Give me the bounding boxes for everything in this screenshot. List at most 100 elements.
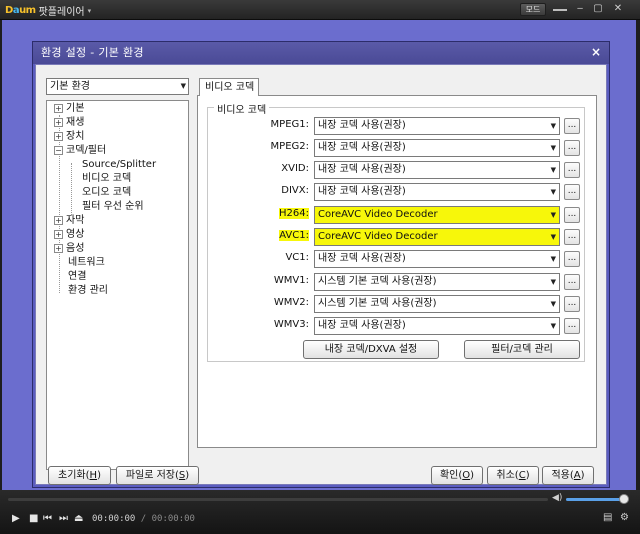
chevron-down-icon: ▼ — [550, 144, 556, 152]
codec-options-button[interactable]: ... — [564, 229, 580, 245]
codec-options-button[interactable]: ... — [564, 207, 580, 223]
codec-options-button[interactable]: ... — [564, 118, 580, 134]
chevron-down-icon: ▼ — [550, 233, 556, 241]
codec-label: AVC1: — [279, 230, 309, 241]
next-icon[interactable]: ⏭ — [59, 512, 68, 526]
chevron-down-icon: ▼ — [550, 322, 556, 330]
dxva-settings-button[interactable]: 내장 코덱/DXVA 설정 — [303, 340, 439, 359]
time-display: 00:00:00 / 00:00:00 — [92, 514, 195, 524]
app-menu[interactable]: Daum 팟플레이어 ▾ — [5, 3, 91, 18]
volume-icon[interactable]: ◀) — [552, 493, 562, 503]
codec-label: MPEG2: — [270, 141, 309, 152]
volume-knob[interactable] — [619, 494, 629, 504]
expand-icon[interactable]: + — [54, 103, 63, 113]
codec-label: WMV1: — [273, 275, 309, 286]
expand-icon[interactable]: + — [54, 243, 63, 253]
ok-button[interactable]: 확인(O) — [431, 466, 483, 485]
reset-button[interactable]: 초기화(H) — [48, 466, 111, 485]
codec-options-button[interactable]: ... — [564, 184, 580, 200]
minimize-icon[interactable]: ‒ — [572, 2, 588, 16]
codec-row-divx: DIVX: 내장 코덱 사용(권장) ▼ ... — [208, 183, 586, 201]
expand-icon[interactable]: + — [54, 229, 63, 239]
codec-row-avc1: AVC1: CoreAVC Video Decoder ▼ ... — [208, 228, 586, 246]
previous-icon[interactable]: ⏮ — [43, 512, 52, 526]
codec-select-divx[interactable]: 내장 코덱 사용(권장) ▼ — [314, 183, 560, 201]
codec-row-xvid: XVID: 내장 코덱 사용(권장) ▼ ... — [208, 161, 586, 179]
tree-item-audio-codec[interactable]: 오디오 코덱 — [82, 186, 131, 200]
codec-options-button[interactable]: ... — [564, 318, 580, 334]
save-to-file-button[interactable]: 파일로 저장(S) — [116, 466, 199, 485]
tree-item-filter-priority[interactable]: 필터 우선 순위 — [82, 200, 144, 214]
mode-button[interactable]: 모드 — [520, 3, 546, 16]
codec-label: XVID: — [281, 163, 309, 174]
codec-options-button[interactable]: ... — [564, 162, 580, 178]
codec-select-wmv3[interactable]: 내장 코덱 사용(권장) ▼ — [314, 317, 560, 335]
total-time: 00:00:00 — [151, 514, 195, 524]
tree-item-source-splitter[interactable]: Source/Splitter — [82, 158, 156, 172]
settings-icon[interactable]: ⚙ — [620, 512, 629, 523]
eject-icon[interactable]: ⏏ — [74, 512, 83, 526]
codec-options-button[interactable]: ... — [564, 140, 580, 156]
stop-icon[interactable]: ■ — [29, 512, 38, 526]
preset-select-value: 기본 환경 — [50, 81, 90, 92]
player-titlebar: Daum 팟플레이어 ▾ 모드 ‒ ▢ ✕ — [0, 0, 640, 20]
codec-select-h264[interactable]: CoreAVC Video Decoder ▼ — [314, 206, 560, 224]
tab-video-codec[interactable]: 비디오 코덱 — [199, 78, 259, 96]
expand-icon[interactable]: + — [54, 131, 63, 141]
tree-item-config-manage[interactable]: 환경 관리 — [68, 284, 108, 298]
daum-logo: Daum — [5, 5, 36, 16]
seek-bar[interactable] — [8, 498, 548, 501]
codec-select-wmv1[interactable]: 시스템 기본 코덱 사용(권장) ▼ — [314, 273, 560, 291]
cancel-button[interactable]: 취소(C) — [487, 466, 539, 485]
tree-item-playback[interactable]: + 재생 — [54, 116, 84, 130]
codec-select-mpeg1[interactable]: 내장 코덱 사용(권장) ▼ — [314, 117, 560, 135]
tree-item-association[interactable]: 연결 — [68, 270, 86, 284]
minibar-icon[interactable] — [553, 9, 567, 11]
codec-label: DIVX: — [281, 185, 309, 196]
codec-select-mpeg2[interactable]: 내장 코덱 사용(권장) ▼ — [314, 139, 560, 157]
time-separator: / — [140, 514, 147, 524]
codec-row-mpeg1: MPEG1: 내장 코덱 사용(권장) ▼ ... — [208, 117, 586, 135]
filter-codec-manage-button[interactable]: 필터/코덱 관리 — [464, 340, 580, 359]
maximize-icon[interactable]: ▢ — [590, 2, 606, 16]
expand-icon[interactable]: + — [54, 117, 63, 127]
codec-row-wmv3: WMV3: 내장 코덱 사용(권장) ▼ ... — [208, 317, 586, 335]
tree-item-audio[interactable]: + 음성 — [54, 242, 84, 256]
chevron-down-icon: ▼ — [550, 300, 556, 308]
settings-tree[interactable]: + 기본 + 재생 + 장치 − 코덱/필터 Source/Splitter 비디오 코… — [46, 100, 189, 470]
codec-row-mpeg2: MPEG2: 내장 코덱 사용(권장) ▼ ... — [208, 139, 586, 157]
preset-select[interactable]: 기본 환경 ▼ — [46, 78, 189, 95]
tree-item-codec-filter[interactable]: − 코덱/필터 — [54, 144, 106, 158]
codec-select-avc1[interactable]: CoreAVC Video Decoder ▼ — [314, 228, 560, 246]
tree-item-device[interactable]: + 장치 — [54, 130, 84, 144]
current-time: 00:00:00 — [92, 514, 136, 524]
apply-button[interactable]: 적용(A) — [542, 466, 594, 485]
codec-select-xvid[interactable]: 내장 코덱 사용(권장) ▼ — [314, 161, 560, 179]
codec-label: WMV3: — [273, 319, 309, 330]
tree-item-basic[interactable]: + 기본 — [54, 102, 84, 116]
codec-options-button[interactable]: ... — [564, 251, 580, 267]
app-name: 팟플레이어 — [38, 7, 85, 18]
player-controls: ◀) ▶ ■ ⏮ ⏭ ⏏ 00:00:00 / 00:00:00 ▤ ⚙ — [0, 490, 640, 534]
codec-select-wmv2[interactable]: 시스템 기본 코덱 사용(권장) ▼ — [314, 295, 560, 313]
video-codec-group: 비디오 코덱 MPEG1: 내장 코덱 사용(권장) ▼ ... MPEG2: 내… — [207, 101, 586, 362]
chevron-down-icon: ▾ — [87, 6, 92, 15]
codec-options-button[interactable]: ... — [564, 274, 580, 290]
codec-options-button[interactable]: ... — [564, 296, 580, 312]
tree-item-subtitle[interactable]: + 자막 — [54, 214, 84, 228]
playlist-icon[interactable]: ▤ — [603, 512, 612, 523]
chevron-down-icon: ▼ — [550, 122, 556, 130]
tree-item-video-codec[interactable]: 비디오 코덱 — [82, 172, 131, 186]
chevron-down-icon: ▼ — [180, 82, 186, 90]
volume-slider[interactable] — [566, 498, 624, 501]
dialog-title: 환경 설정 - 기본 환경 — [33, 42, 609, 64]
dialog-close-button[interactable]: × — [589, 45, 603, 59]
collapse-icon[interactable]: − — [54, 145, 63, 155]
tree-item-video[interactable]: + 영상 — [54, 228, 84, 242]
codec-select-vc1[interactable]: 내장 코덱 사용(권장) ▼ — [314, 250, 560, 268]
tree-item-network[interactable]: 네트워크 — [68, 256, 105, 270]
expand-icon[interactable]: + — [54, 215, 63, 225]
close-icon[interactable]: ✕ — [610, 2, 626, 16]
group-title: 비디오 코덱 — [214, 101, 270, 116]
play-icon[interactable]: ▶ — [12, 512, 20, 526]
